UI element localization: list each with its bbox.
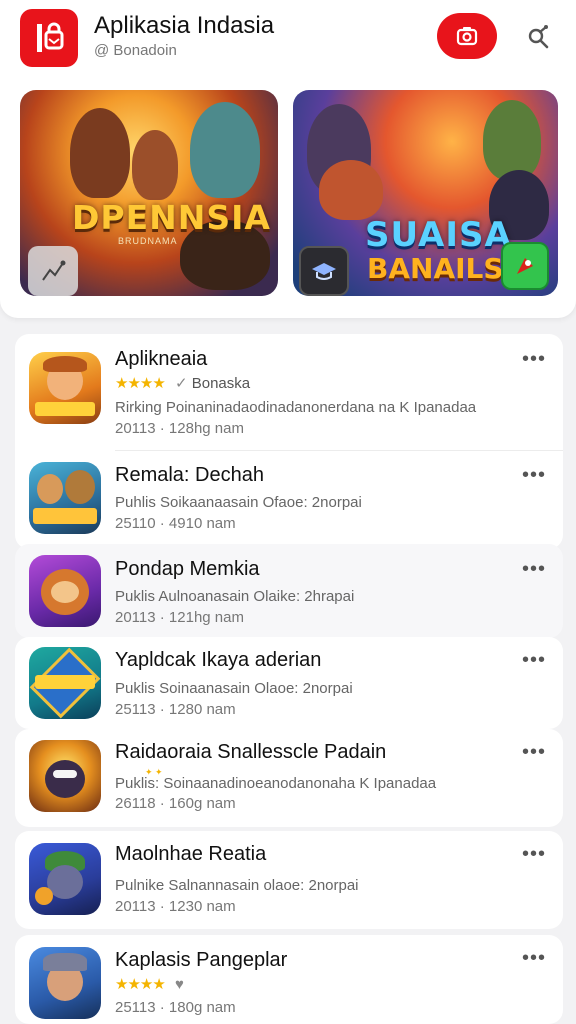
app-rating: ★★★★ ♥ bbox=[115, 975, 184, 993]
star-rating-icon: ★★★★ bbox=[115, 976, 166, 993]
app-icon bbox=[29, 740, 101, 812]
featured-banner-2[interactable]: SUAISA BANAILS bbox=[293, 90, 558, 296]
app-name: Maolnhae Reatia bbox=[115, 843, 267, 865]
more-options-icon[interactable]: ••• bbox=[519, 844, 549, 869]
stats-icon bbox=[42, 260, 66, 281]
camera-icon bbox=[456, 27, 478, 46]
verified-icon: ✓ bbox=[174, 375, 188, 392]
app-date: 20113 · 121hg nam bbox=[115, 609, 244, 626]
app-icon bbox=[29, 647, 101, 719]
camera-button[interactable] bbox=[437, 13, 497, 59]
banner-character bbox=[483, 100, 541, 180]
graduation-cap-icon bbox=[312, 263, 336, 280]
app-date: 20113 · 1230 nam bbox=[115, 898, 236, 915]
list-item[interactable]: ✦ ✦ Raidaoraia Snallesscle Padain Puklis… bbox=[15, 729, 563, 827]
more-options-icon[interactable]: ••• bbox=[519, 948, 549, 973]
list-item[interactable]: Yapldcak Ikaya aderian Puklis Soinaanasa… bbox=[15, 637, 563, 729]
app-icon bbox=[29, 462, 101, 534]
app-meta: Puklis: Soinaanadinoeanodanonaha K Ipana… bbox=[115, 775, 437, 792]
more-options-icon[interactable]: ••• bbox=[519, 650, 549, 675]
app-meta: Puhlis Soikaanaasain Ofaoe: 2norpai bbox=[115, 494, 362, 511]
banner-title: DPENNSIA bbox=[72, 198, 271, 237]
more-options-icon[interactable]: ••• bbox=[519, 465, 549, 490]
banner-subtitle: BANAILS bbox=[367, 252, 504, 285]
banner-subtitle: BRUDNAMA bbox=[118, 236, 178, 246]
app-title: Aplikasia Indasia bbox=[94, 12, 275, 39]
banner-badge[interactable] bbox=[299, 246, 349, 296]
app-date: 20113 · 128hg nam bbox=[115, 420, 244, 437]
app-name: Remala: Dechah bbox=[115, 464, 264, 486]
search-share-icon bbox=[528, 25, 549, 49]
app-name: Yapldcak Ikaya aderian bbox=[115, 649, 322, 671]
app-name: Raidaoraia Snallesscle Padain bbox=[115, 741, 387, 763]
app-meta: Puklis Soinaanasain Olaoe: 2norpai bbox=[115, 680, 353, 697]
list-item[interactable]: Kaplasis Pangeplar ★★★★ ♥ 25113 · 180g n… bbox=[15, 935, 563, 1024]
banner-badge[interactable] bbox=[501, 242, 549, 290]
app-meta: Rirking Poinaninadaodinadanonerdana na K… bbox=[115, 399, 477, 416]
app-icon bbox=[29, 947, 101, 1019]
more-options-icon[interactable]: ••• bbox=[519, 559, 549, 584]
list-item[interactable]: Aplikneaia ★★★★ ✓ Bonaska Rirking Poinan… bbox=[15, 334, 563, 549]
banner-creature bbox=[319, 160, 383, 220]
banner-character bbox=[70, 108, 130, 198]
star-rating-icon: ★★★★ bbox=[115, 375, 166, 392]
app-meta: Pulnike Salnannasain olaoe: 2norpai bbox=[115, 877, 359, 894]
banner-badge[interactable] bbox=[28, 246, 78, 296]
app-icon bbox=[29, 555, 101, 627]
app-rating: ★★★★ ✓ Bonaska bbox=[115, 374, 250, 392]
app-date: 25113 · 180g nam bbox=[115, 999, 236, 1016]
app-logo[interactable] bbox=[20, 9, 78, 67]
app-date: 25110 · 4910 nam bbox=[115, 515, 236, 532]
banner-title: SUAISA bbox=[365, 215, 512, 255]
banner-character bbox=[190, 102, 260, 198]
more-options-icon[interactable]: ••• bbox=[519, 742, 549, 767]
top-card: Aplikasia Indasia @ Bonadoin DPENNSIA BR… bbox=[0, 0, 576, 318]
app-subtitle: @ Bonadoin bbox=[94, 42, 177, 59]
app-meta: Puklis Aulnoanasain Olaike: 2hrapai bbox=[115, 588, 355, 605]
list-item[interactable]: Maolnhae Reatia Pulnike Salnannasain ola… bbox=[15, 831, 563, 929]
featured-banner-1[interactable]: DPENNSIA BRUDNAMA bbox=[20, 90, 278, 296]
heart-icon: ♥ bbox=[174, 976, 184, 993]
pin-icon bbox=[517, 258, 533, 274]
list-item[interactable]: Pondap Memkia Puklis Aulnoanasain Olaike… bbox=[15, 544, 563, 638]
app-name: Pondap Memkia bbox=[115, 558, 260, 580]
app-icon bbox=[29, 843, 101, 915]
app-date: 26118 · 160g nam bbox=[115, 795, 236, 812]
store-bag-icon bbox=[37, 22, 64, 52]
share-button[interactable] bbox=[518, 17, 558, 57]
app-name: Aplikneaia bbox=[115, 348, 208, 370]
app-name: Kaplasis Pangeplar bbox=[115, 949, 288, 971]
more-options-icon[interactable]: ••• bbox=[519, 349, 549, 374]
divider bbox=[115, 450, 563, 451]
app-date: 25113 · 1280 nam bbox=[115, 701, 236, 718]
rating-label: Bonaska bbox=[191, 375, 251, 392]
app-icon bbox=[29, 352, 101, 424]
banner-character bbox=[132, 130, 178, 200]
